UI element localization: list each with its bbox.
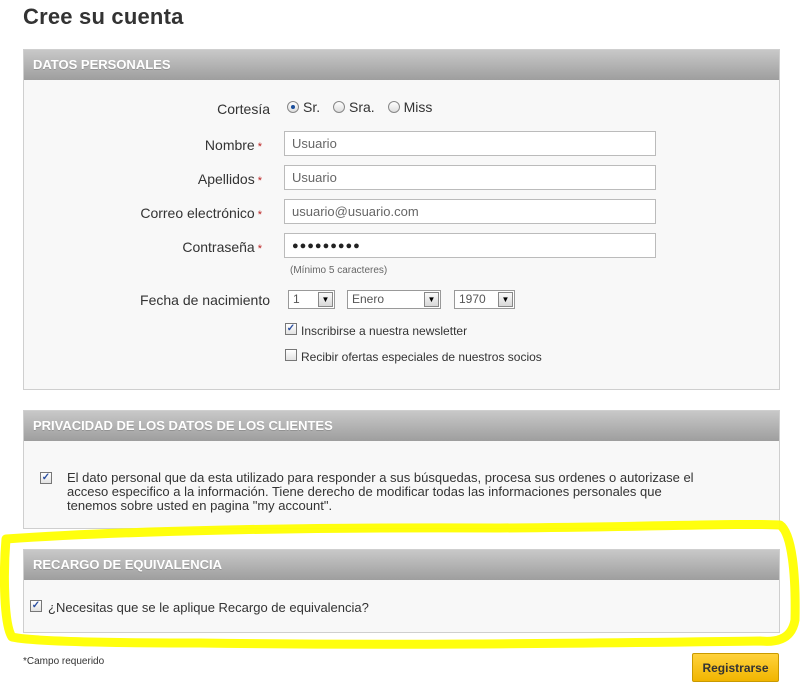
birth-month-value: Enero bbox=[352, 292, 385, 306]
password-hint: (Mínimo 5 caracteres) bbox=[290, 265, 388, 276]
birth-month-select[interactable]: Enero ▼ bbox=[347, 290, 441, 309]
partners-checkbox[interactable] bbox=[285, 349, 297, 361]
required-note: *Campo requerido bbox=[23, 656, 105, 667]
privacy-checkbox[interactable]: ✓ bbox=[40, 472, 52, 484]
first-name-input[interactable] bbox=[284, 131, 656, 156]
password-label-text: Contraseña bbox=[182, 239, 255, 255]
personal-data-panel: Datos personales Cortesía Sr. Sra. Miss … bbox=[23, 49, 780, 390]
radio-unchecked-icon[interactable] bbox=[387, 101, 400, 113]
dropdown-arrow-icon[interactable]: ▼ bbox=[498, 292, 513, 307]
recargo-header: Recargo de equivalencia bbox=[24, 550, 779, 580]
newsletter-checkbox[interactable]: ✓ bbox=[285, 323, 297, 335]
last-name-label: Apellidos * bbox=[32, 171, 262, 187]
email-input[interactable] bbox=[284, 199, 656, 224]
partners-label: Recibir ofertas especiales de nuestros s… bbox=[301, 350, 542, 364]
recargo-label: ¿Necesitas que se le aplique Recargo de … bbox=[48, 600, 369, 615]
courtesy-option-label: Sra. bbox=[349, 99, 375, 115]
birth-day-select[interactable]: 1 ▼ bbox=[288, 290, 335, 309]
courtesy-option-sr[interactable]: Sr. bbox=[287, 99, 320, 115]
radio-unchecked-icon[interactable] bbox=[333, 101, 346, 113]
dropdown-arrow-icon[interactable]: ▼ bbox=[318, 292, 333, 307]
courtesy-label: Cortesía bbox=[217, 101, 270, 117]
last-name-input[interactable] bbox=[284, 165, 656, 190]
dropdown-arrow-icon[interactable]: ▼ bbox=[424, 292, 439, 307]
personal-data-header: Datos personales bbox=[24, 50, 779, 80]
email-label: Correo electrónico * bbox=[32, 205, 262, 221]
privacy-text: El dato personal que da esta utilizado p… bbox=[67, 470, 694, 513]
page-title: Cree su cuenta bbox=[23, 4, 184, 29]
first-name-label-text: Nombre bbox=[204, 137, 255, 153]
recargo-panel: Recargo de equivalencia ✓ ¿Necesitas que… bbox=[23, 549, 780, 633]
password-label: Contraseña * bbox=[32, 239, 262, 255]
privacy-header: Privacidad de los datos de los clientes bbox=[24, 411, 779, 441]
required-marker: * bbox=[257, 175, 262, 187]
email-label-text: Correo electrónico bbox=[140, 205, 255, 221]
last-name-label-text: Apellidos bbox=[197, 171, 255, 187]
required-marker: * bbox=[257, 141, 262, 153]
newsletter-label: Inscribirse a nuestra newsletter bbox=[301, 324, 468, 338]
birth-year-select[interactable]: 1970 ▼ bbox=[454, 290, 515, 309]
birth-day-value: 1 bbox=[293, 292, 300, 306]
birth-year-value: 1970 bbox=[459, 292, 486, 306]
birthdate-label: Fecha de nacimiento bbox=[140, 292, 270, 308]
radio-checked-icon[interactable] bbox=[287, 101, 299, 113]
required-marker: * bbox=[257, 209, 262, 221]
courtesy-option-miss[interactable]: Miss bbox=[387, 99, 433, 115]
courtesy-option-label: Miss bbox=[403, 99, 433, 115]
courtesy-radio-group: Sr. Sra. Miss bbox=[287, 99, 441, 116]
courtesy-option-label: Sr. bbox=[303, 99, 321, 115]
register-button[interactable]: Registrarse bbox=[692, 653, 779, 682]
password-input[interactable] bbox=[284, 233, 656, 258]
recargo-checkbox[interactable]: ✓ bbox=[30, 600, 42, 612]
privacy-panel: Privacidad de los datos de los clientes … bbox=[23, 410, 780, 529]
first-name-label: Nombre * bbox=[32, 137, 262, 153]
courtesy-option-sra[interactable]: Sra. bbox=[333, 99, 375, 115]
required-marker: * bbox=[257, 243, 262, 255]
